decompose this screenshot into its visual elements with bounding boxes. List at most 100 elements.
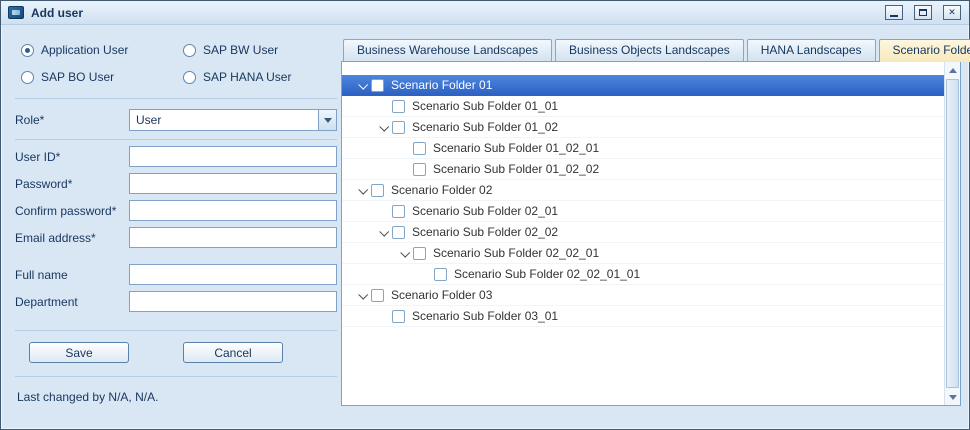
role-row: Role* User [9, 109, 343, 131]
chevron-down-icon[interactable] [375, 229, 392, 236]
arrow-up-icon [949, 68, 957, 73]
role-select[interactable]: User [129, 109, 337, 131]
tree-item-label: Scenario Sub Folder 01_02 [412, 120, 558, 134]
confirm-password-row: Confirm password* [9, 200, 343, 221]
vertical-scrollbar[interactable] [944, 62, 960, 405]
radio-circle-icon [183, 71, 196, 84]
tree-item-scenario-sub-folder-01-02[interactable]: Scenario Sub Folder 01_02 [342, 117, 944, 138]
scroll-down-button[interactable] [945, 389, 960, 405]
email-input[interactable] [129, 227, 337, 248]
confirm-password-input[interactable] [129, 200, 337, 221]
password-row: Password* [9, 173, 343, 194]
tree-item-label: Scenario Sub Folder 02_02 [412, 225, 558, 239]
tab-hana-landscapes[interactable]: HANA Landscapes [747, 39, 876, 61]
radio-application-user[interactable]: Application User [21, 43, 183, 57]
chevron-down-icon[interactable] [375, 124, 392, 131]
full-name-input[interactable] [129, 264, 337, 285]
department-input[interactable] [129, 291, 337, 312]
email-row: Email address* [9, 227, 343, 248]
minimize-button[interactable] [885, 5, 903, 20]
department-label: Department [15, 295, 129, 309]
tree-item-checkbox[interactable] [392, 205, 405, 218]
landscapes-panel: Business Warehouse LandscapesBusiness Ob… [341, 38, 961, 406]
tab-business-warehouse-landscapes[interactable]: Business Warehouse Landscapes [343, 39, 552, 61]
minimize-icon [890, 15, 898, 17]
separator [15, 98, 337, 99]
tree-item-label: Scenario Folder 03 [391, 288, 492, 302]
tree-item-scenario-folder-02[interactable]: Scenario Folder 02 [342, 180, 944, 201]
password-label: Password* [15, 177, 129, 191]
tree-indent [354, 169, 396, 170]
tab-scenario-folders[interactable]: Scenario Folders [879, 39, 970, 62]
tree-item-label: Scenario Sub Folder 02_02_01 [433, 246, 599, 260]
separator [15, 139, 337, 140]
separator [15, 330, 337, 331]
tree-item-checkbox[interactable] [371, 289, 384, 302]
radio-sap-bo-user[interactable]: SAP BO User [21, 70, 183, 84]
tree-item-checkbox[interactable] [434, 268, 447, 281]
tree-indent [354, 127, 375, 128]
tree-item-checkbox[interactable] [413, 247, 426, 260]
tree-item-scenario-sub-folder-01-01[interactable]: Scenario Sub Folder 01_01 [342, 96, 944, 117]
scenario-folder-tree: Scenario Folder 01 Scenario Sub Folder 01… [342, 62, 944, 405]
radio-label: SAP BO User [41, 70, 114, 84]
tree-item-label: Scenario Sub Folder 02_01 [412, 204, 558, 218]
tree-item-scenario-sub-folder-02-02-01[interactable]: Scenario Sub Folder 02_02_01 [342, 243, 944, 264]
tree-item-checkbox[interactable] [392, 121, 405, 134]
tree-item-label: Scenario Sub Folder 01_02_01 [433, 141, 599, 155]
radio-sap-hana-user[interactable]: SAP HANA User [183, 70, 333, 84]
chevron-down-icon[interactable] [354, 82, 371, 89]
tree-indent [354, 106, 375, 107]
radio-sap-bw-user[interactable]: SAP BW User [183, 43, 333, 57]
tree-item-checkbox[interactable] [371, 184, 384, 197]
role-dropdown-button[interactable] [318, 110, 336, 130]
tree-indent [354, 316, 375, 317]
close-button[interactable]: ✕ [943, 5, 961, 20]
tree-indent [354, 211, 375, 212]
tree-item-checkbox[interactable] [392, 226, 405, 239]
last-changed-note: Last changed by N/A, N/A. [9, 390, 343, 404]
chevron-down-icon[interactable] [354, 292, 371, 299]
scrollbar-thumb[interactable] [946, 79, 959, 388]
titlebar: Add user ✕ [1, 1, 969, 25]
scenario-folders-tab-content: Scenario Folder 01 Scenario Sub Folder 01… [341, 61, 961, 406]
tree-item-scenario-folder-01[interactable]: Scenario Folder 01 [342, 75, 944, 96]
tab-business-objects-landscapes[interactable]: Business Objects Landscapes [555, 39, 744, 61]
tree-item-scenario-sub-folder-02-02-01-01[interactable]: Scenario Sub Folder 02_02_01_01 [342, 264, 944, 285]
chevron-down-icon[interactable] [354, 187, 371, 194]
tree-item-scenario-folder-03[interactable]: Scenario Folder 03 [342, 285, 944, 306]
radio-circle-icon [183, 44, 196, 57]
tree-item-checkbox[interactable] [392, 310, 405, 323]
separator [15, 376, 337, 377]
window-title: Add user [31, 6, 83, 20]
tree-item-checkbox[interactable] [392, 100, 405, 113]
tree-item-label: Scenario Sub Folder 01_01 [412, 99, 558, 113]
maximize-icon [919, 9, 927, 16]
user-id-label: User ID* [15, 150, 129, 164]
full-name-row: Full name [9, 264, 343, 285]
user-id-input[interactable] [129, 146, 337, 167]
tree-item-scenario-sub-folder-02-02[interactable]: Scenario Sub Folder 02_02 [342, 222, 944, 243]
app-icon [8, 6, 24, 19]
scroll-up-button[interactable] [945, 62, 960, 78]
tree-item-scenario-sub-folder-01-02-02[interactable]: Scenario Sub Folder 01_02_02 [342, 159, 944, 180]
tree-item-scenario-sub-folder-03-01[interactable]: Scenario Sub Folder 03_01 [342, 306, 944, 327]
tree-item-scenario-sub-folder-01-02-01[interactable]: Scenario Sub Folder 01_02_01 [342, 138, 944, 159]
tree-indent [354, 253, 396, 254]
tree-item-checkbox[interactable] [413, 142, 426, 155]
user-id-row: User ID* [9, 146, 343, 167]
password-input[interactable] [129, 173, 337, 194]
tree-item-checkbox[interactable] [371, 79, 384, 92]
tree-item-scenario-sub-folder-02-01[interactable]: Scenario Sub Folder 02_01 [342, 201, 944, 222]
cancel-button[interactable]: Cancel [183, 342, 283, 363]
chevron-down-icon[interactable] [396, 250, 413, 257]
tree-item-checkbox[interactable] [413, 163, 426, 176]
radio-circle-icon [21, 44, 34, 57]
maximize-button[interactable] [914, 5, 932, 20]
user-form-panel: Application UserSAP BW User SAP BO User SA… [9, 31, 343, 404]
tree-indent [354, 274, 417, 275]
confirm-password-label: Confirm password* [15, 204, 129, 218]
close-icon: ✕ [948, 8, 956, 17]
save-button[interactable]: Save [29, 342, 129, 363]
radio-circle-icon [21, 71, 34, 84]
